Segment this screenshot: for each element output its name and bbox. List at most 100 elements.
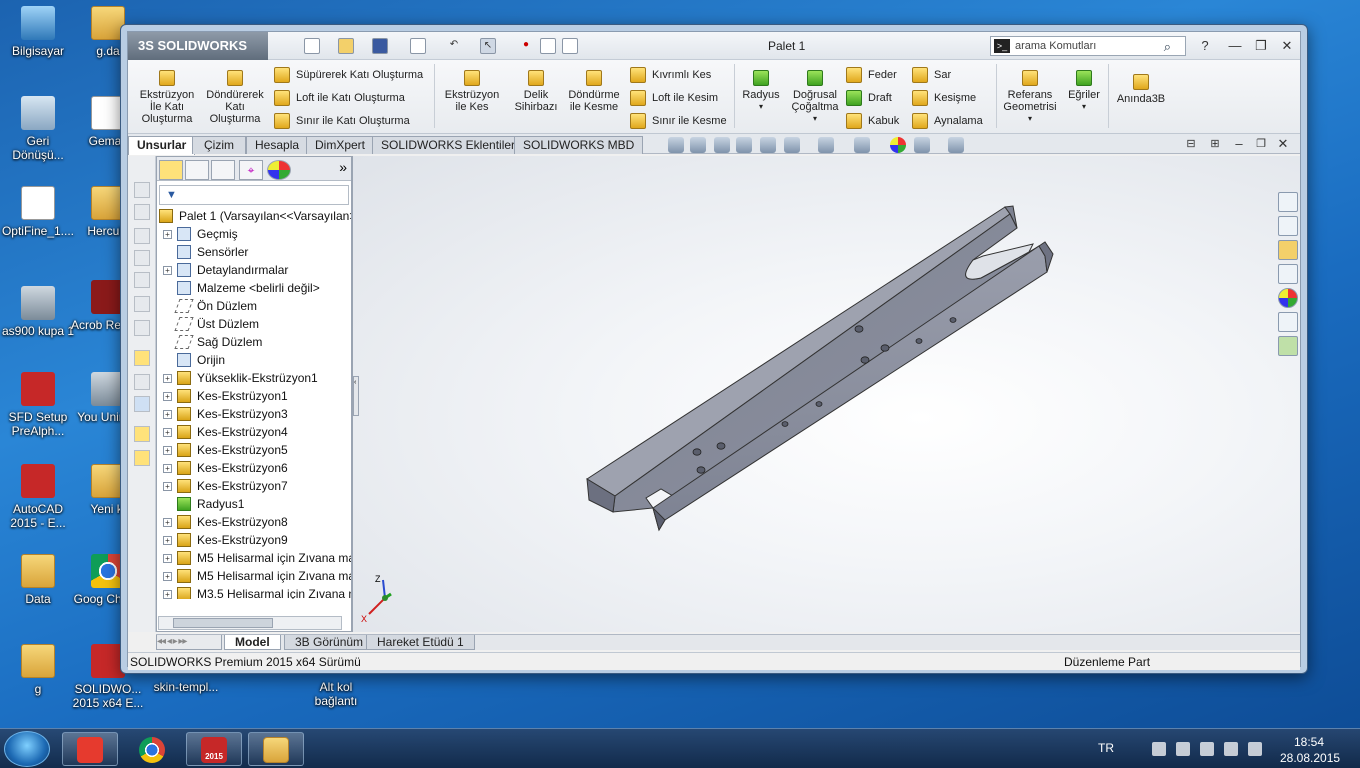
expand-icon[interactable]: + — [163, 536, 172, 545]
expand-icon[interactable]: + — [163, 266, 172, 275]
doc-minimize-button[interactable]: – — [1230, 135, 1248, 153]
expand-icon[interactable]: + — [163, 464, 172, 473]
reference-dropdown-icon[interactable]: ▾ — [1000, 113, 1060, 125]
hole-wizard-button[interactable]: Delik Sihirbazı — [506, 70, 566, 113]
view-palette-icon[interactable] — [1278, 264, 1298, 284]
tab-model[interactable]: Model — [224, 635, 281, 650]
desktop-icon-sfd-setup[interactable]: SFD Setup PreAlph... — [0, 372, 76, 438]
smart-dimension-icon[interactable] — [134, 374, 150, 390]
desktop-icon-as900[interactable]: as900 kupa 1 — [0, 286, 76, 338]
select-cursor-icon[interactable]: ↖ — [480, 38, 496, 54]
configuration-manager-tab-icon[interactable] — [211, 160, 235, 180]
property-manager-tab-icon[interactable] — [185, 160, 209, 180]
tab-addins[interactable]: SOLIDWORKS Eklentileri — [372, 136, 527, 154]
network-icon[interactable] — [1200, 742, 1214, 756]
view-settings-icon[interactable] — [948, 137, 964, 153]
tab-mbd[interactable]: SOLIDWORKS MBD — [514, 136, 644, 154]
intersect-button[interactable]: Kesişme — [912, 89, 976, 107]
sketch-tool-icon[interactable] — [134, 182, 150, 198]
expand-icon[interactable]: + — [163, 482, 172, 491]
doc-collapse-icon[interactable]: ⊟ — [1182, 135, 1200, 153]
desktop-icon-computer[interactable]: Bilgisayar — [0, 6, 76, 58]
curves-button[interactable]: Eğriler ▾ — [1062, 70, 1106, 113]
tree-filter-input[interactable]: ▼ — [159, 185, 349, 205]
feature-tool-icon[interactable] — [134, 426, 150, 442]
restore-button[interactable]: ❐ — [1252, 37, 1270, 55]
close-button[interactable]: ✕ — [1278, 37, 1296, 55]
custom-properties-icon[interactable] — [1278, 312, 1298, 332]
expand-icon[interactable]: + — [163, 554, 172, 563]
taskbar-chrome[interactable] — [124, 732, 180, 766]
extruded-boss-button[interactable]: Ekstrüzyon İle Katı Oluşturma — [134, 70, 200, 125]
expand-icon[interactable]: + — [163, 428, 172, 437]
tab-features[interactable]: Unsurlar — [128, 136, 196, 155]
search-icon[interactable]: ⌕ — [1164, 38, 1171, 56]
linear-pattern-button[interactable]: Doğrusal Çoğaltma ▾ — [786, 70, 844, 125]
panel-collapse-handle[interactable]: ‹ — [353, 376, 359, 416]
taskbar-yandex[interactable] — [62, 732, 118, 766]
zoom-to-fit-icon[interactable] — [668, 137, 684, 153]
help-button[interactable]: ? — [1196, 37, 1214, 55]
undo-icon[interactable]: ↶ — [446, 38, 462, 54]
rebuild-icon[interactable]: ● — [518, 38, 534, 54]
mirror-button[interactable]: Aynalama — [912, 112, 983, 130]
hide-show-icon[interactable] — [854, 137, 870, 153]
solidworks-forum-icon[interactable] — [1278, 336, 1298, 356]
boundary-cut-button[interactable]: Sınır ile Kesme — [630, 112, 727, 130]
lofted-boss-button[interactable]: Loft ile Katı Oluşturma — [274, 89, 405, 107]
print-icon[interactable] — [410, 38, 426, 54]
appearance-icon[interactable] — [890, 137, 906, 153]
scrollbar-thumb[interactable] — [173, 618, 273, 628]
start-button[interactable] — [4, 731, 50, 767]
revolved-cut-button[interactable]: Döndürme ile Kesme — [564, 70, 624, 113]
file-explorer-icon[interactable] — [1278, 240, 1298, 260]
clock-date[interactable]: 28.08.2015 — [1280, 751, 1340, 765]
expand-icon[interactable]: + — [163, 374, 172, 383]
section-view-icon[interactable] — [736, 137, 752, 153]
tab-dimxpert[interactable]: DimXpert — [306, 136, 375, 154]
wrap-button[interactable]: Sar — [912, 66, 951, 84]
dynamic-annotation-icon[interactable] — [760, 137, 776, 153]
minimize-button[interactable]: — — [1226, 37, 1244, 55]
pattern-dropdown-icon[interactable]: ▾ — [786, 113, 844, 125]
revolved-boss-button[interactable]: Döndürerek Katı Oluşturma — [202, 70, 268, 125]
search-commands-input[interactable]: >_ arama Komutları ⌕ — [990, 36, 1186, 56]
lofted-cut-button[interactable]: Loft ile Kesim — [630, 89, 718, 107]
reference-geometry-button[interactable]: Referans Geometrisi ▾ — [1000, 70, 1060, 125]
desktop-icon-data[interactable]: Data — [0, 554, 76, 606]
desktop-icon-skin-template[interactable]: skin-templ... — [148, 680, 224, 694]
sketch-tool-icon[interactable] — [134, 320, 150, 336]
expand-icon[interactable]: + — [163, 572, 172, 581]
view-orientation-icon[interactable] — [784, 137, 800, 153]
language-indicator[interactable]: TR — [1098, 741, 1114, 755]
tab-3d-view[interactable]: 3B Görünüm — [284, 635, 375, 650]
tree-horizontal-scrollbar[interactable] — [158, 616, 342, 630]
sketch-tool-icon[interactable] — [134, 204, 150, 220]
expand-icon[interactable]: + — [163, 392, 172, 401]
open-folder-icon[interactable] — [338, 38, 354, 54]
rib-button[interactable]: Feder — [846, 66, 897, 84]
tab-scroll-arrows[interactable]: ◂◂ ◂ ▸ ▸▸ — [156, 635, 222, 650]
feature-manager-tab-icon[interactable] — [159, 160, 183, 180]
part-model[interactable] — [353, 156, 1275, 632]
expand-icon[interactable]: + — [163, 590, 172, 599]
options-icon[interactable] — [562, 38, 578, 54]
extruded-cut-button[interactable]: Ekstrüzyon ile Kes — [440, 70, 504, 113]
sketch-tool-icon[interactable] — [134, 250, 150, 266]
feature-tool-icon[interactable] — [134, 450, 150, 466]
edit-sketch-icon[interactable] — [134, 350, 150, 366]
tab-motion-study[interactable]: Hareket Etüdü 1 — [366, 635, 475, 650]
tab-sketch[interactable]: Çizim — [192, 136, 246, 154]
windows-flag-icon[interactable] — [1248, 742, 1262, 756]
relations-icon[interactable] — [134, 396, 150, 412]
swept-boss-button[interactable]: Süpürerek Katı Oluşturma — [274, 66, 423, 84]
dimxpert-manager-tab-icon[interactable]: ⌖ — [239, 160, 263, 180]
sketch-tool-icon[interactable] — [134, 296, 150, 312]
display-manager-tab-icon[interactable] — [267, 160, 291, 180]
taskbar-solidworks[interactable]: 2015 — [186, 732, 242, 766]
clock-time[interactable]: 18:54 — [1294, 735, 1324, 749]
sketch-tool-icon[interactable] — [134, 228, 150, 244]
scene-icon[interactable] — [914, 137, 930, 153]
taskbar-explorer[interactable] — [248, 732, 304, 766]
save-icon[interactable] — [372, 38, 388, 54]
